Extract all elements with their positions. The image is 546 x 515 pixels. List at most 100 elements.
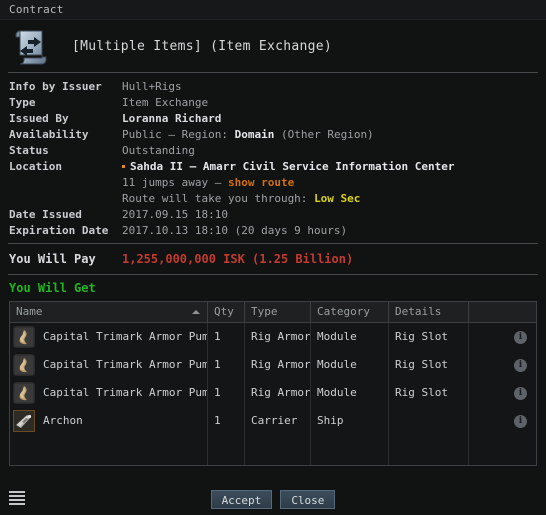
cell-type: Rig Armor [245,323,311,351]
cell-name[interactable]: Capital Trimark Armor Pump I [10,323,208,351]
detail-row-info-by-issuer: Info by Issuer Hull+Rigs [0,79,546,95]
detail-row-location: Location Sahda II – Amarr Civil Service … [0,159,546,175]
filler-cell-name [10,435,208,465]
cell-details: Rig Slot [389,351,469,379]
info-icon[interactable]: i [514,330,527,344]
cell-qty: 1 [208,379,245,407]
contract-details: Info by Issuer Hull+Rigs Type Item Excha… [0,73,546,243]
table-row[interactable]: Capital Trimark Armor Pump I1Rig ArmorMo… [10,323,536,351]
cell-name[interactable]: Capital Trimark Armor Pump I [10,379,208,407]
filler-cell-info [469,435,535,465]
item-name: Capital Trimark Armor Pump I [43,330,207,343]
column-header-details[interactable]: Details [389,302,469,322]
column-header-type[interactable]: Type [245,302,311,322]
items-table-header: Name Qty Type Category Details [10,302,536,323]
show-route-link[interactable]: show route [228,176,294,189]
table-row[interactable]: Capital Trimark Armor Pump I1Rig ArmorMo… [10,379,536,407]
label-date-issued: Date Issued [9,208,82,221]
detail-row-availability: Availability Public – Region: Domain (Ot… [0,127,546,143]
column-header-qty[interactable]: Qty [208,302,245,322]
accept-button[interactable]: Accept [210,490,273,509]
rig-armor-module-icon [13,326,35,348]
you-will-pay-amount: 1,255,000,000 ISK (1.25 Billion) [122,252,354,266]
contract-window: Contract [Multiple Items] (Item Exchange… [0,0,546,515]
label-expiration-date: Expiration Date [9,224,109,237]
filler-cell-category [311,435,389,465]
column-header-category[interactable]: Category [311,302,389,322]
rig-armor-module-icon [13,354,35,376]
detail-row-type: Type Item Exchange [0,95,546,111]
cell-qty: 1 [208,351,245,379]
cell-info: i [469,351,535,379]
availability-prefix: Public – Region: [122,128,228,141]
label-availability: Availability [9,128,89,141]
availability-region[interactable]: Domain [235,128,275,141]
label-status: Status [9,144,49,157]
cell-details: Rig Slot [389,379,469,407]
info-icon[interactable]: i [514,414,527,428]
window-footer: Accept Close [0,485,546,515]
cell-type: Rig Armor [245,351,311,379]
footer-buttons: Accept Close [0,490,546,509]
detail-row-expiration-date: Expiration Date 2017.10.13 18:10 (20 day… [0,223,546,239]
cell-category: Module [311,323,389,351]
route-prefix: Route will take you through: [122,192,308,205]
detail-row-status: Status Outstanding [0,143,546,159]
value-jumps: 11 jumps away – show route [122,175,294,191]
table-row[interactable]: Capital Trimark Armor Pump I1Rig ArmorMo… [10,351,536,379]
value-availability: Public – Region: Domain (Other Region) [122,127,374,143]
label-type: Type [9,96,36,109]
rig-armor-module-icon [13,382,35,404]
carrier-ship-icon [13,410,35,432]
you-will-pay-label: You Will Pay [9,252,96,266]
window-titlebar: Contract [0,0,546,20]
route-security-level: Low Sec [314,192,361,205]
cell-qty: 1 [208,407,245,435]
value-issued-by[interactable]: Loranna Richard [122,111,221,127]
value-date-issued: 2017.09.15 18:10 [122,208,228,221]
column-header-info[interactable] [469,302,535,322]
filler-cell-qty [208,435,245,465]
info-icon[interactable]: i [514,386,527,400]
detail-row-issued-by: Issued By Loranna Richard [0,111,546,127]
location-name[interactable]: Sahda II – Amarr Civil Service Informati… [130,160,455,173]
cell-category: Module [311,379,389,407]
items-table-empty-space [10,435,536,466]
window-title: Contract [9,3,64,16]
sort-ascending-icon[interactable] [192,310,200,314]
table-row[interactable]: Archon 1 Carrier Ship i [10,407,536,435]
cell-name[interactable]: Archon [10,407,208,435]
label-route-spacer [0,191,122,207]
cell-category: Module [311,351,389,379]
info-icon[interactable]: i [514,358,527,372]
items-table: Name Qty Type Category Details Capital T… [9,301,537,466]
cell-category: Ship [311,407,389,435]
cell-details: Rig Slot [389,323,469,351]
cell-type: Carrier [245,407,311,435]
value-expiration-date: 2017.10.13 18:10 (20 days 9 hours) [122,224,348,237]
value-route-security: Route will take you through: Low Sec [122,191,360,207]
items-table-body: Capital Trimark Armor Pump I1Rig ArmorMo… [10,323,536,435]
label-location: Location [9,160,62,173]
cell-info: i [469,323,535,351]
filler-cell-type [245,435,311,465]
column-header-name[interactable]: Name [10,302,208,322]
column-header-name-label: Name [16,305,43,318]
contract-header: [Multiple Items] (Item Exchange) [0,20,546,72]
close-button[interactable]: Close [280,490,336,509]
value-info-by-issuer: Hull+Rigs [122,80,182,93]
label-info-by-issuer: Info by Issuer [9,80,102,93]
contract-scroll-exchange-icon [10,25,52,67]
cell-name[interactable]: Capital Trimark Armor Pump I [10,351,208,379]
cell-info: i [469,407,535,435]
detail-row-route-security: Route will take you through: Low Sec [0,191,546,207]
contract-title: [Multiple Items] (Item Exchange) [72,38,333,54]
item-name: Archon [43,414,83,427]
value-status: Outstanding [122,144,195,157]
cell-type: Rig Armor [245,379,311,407]
cell-details [389,407,469,435]
filler-cell-details [389,435,469,465]
availability-suffix: (Other Region) [280,128,374,141]
cell-qty: 1 [208,323,245,351]
item-name: Capital Trimark Armor Pump I [43,386,207,399]
